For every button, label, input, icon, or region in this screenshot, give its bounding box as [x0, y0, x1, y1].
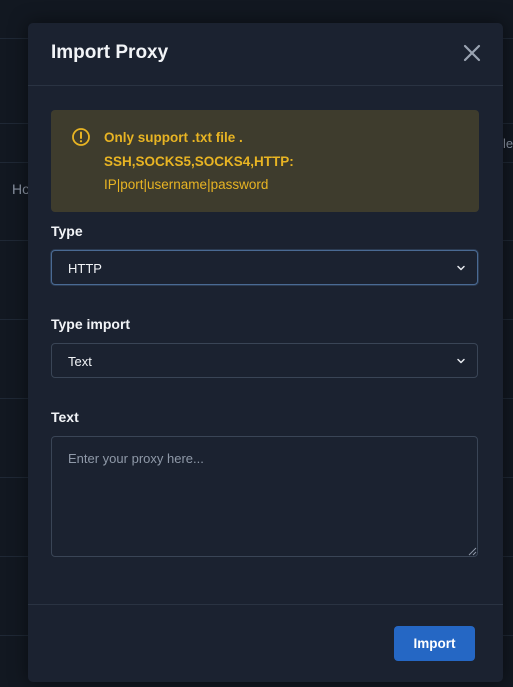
type-import-label: Type import — [51, 316, 131, 332]
alert-text: IP|port|username|password — [104, 177, 269, 192]
chevron-down-icon — [457, 358, 465, 364]
close-icon — [463, 44, 481, 62]
type-import-select-value: Text — [68, 354, 92, 369]
resize-grip-icon[interactable] — [468, 547, 477, 556]
close-button[interactable] — [460, 41, 484, 65]
modal-header: Import Proxy — [28, 23, 503, 86]
modal-footer: Import — [28, 604, 503, 682]
proxy-text-input[interactable] — [51, 436, 478, 557]
modal-title: Import Proxy — [51, 42, 169, 63]
background-text: le — [503, 136, 513, 151]
type-import-select[interactable]: Text — [51, 343, 478, 378]
type-select[interactable]: HTTP — [51, 250, 478, 285]
import-proxy-modal: Import Proxy Only support .txt file . SS… — [28, 23, 503, 682]
alert-text: Only support .txt file . — [104, 130, 243, 145]
chevron-down-icon — [457, 265, 465, 271]
text-label: Text — [51, 409, 79, 425]
warning-circle-icon — [72, 128, 90, 146]
type-label: Type — [51, 223, 83, 239]
type-select-value: HTTP — [68, 261, 102, 276]
alert-text: SSH,SOCKS5,SOCKS4,HTTP: — [104, 154, 294, 169]
import-button[interactable]: Import — [394, 626, 475, 661]
warning-alert: Only support .txt file . SSH,SOCKS5,SOCK… — [51, 110, 479, 212]
